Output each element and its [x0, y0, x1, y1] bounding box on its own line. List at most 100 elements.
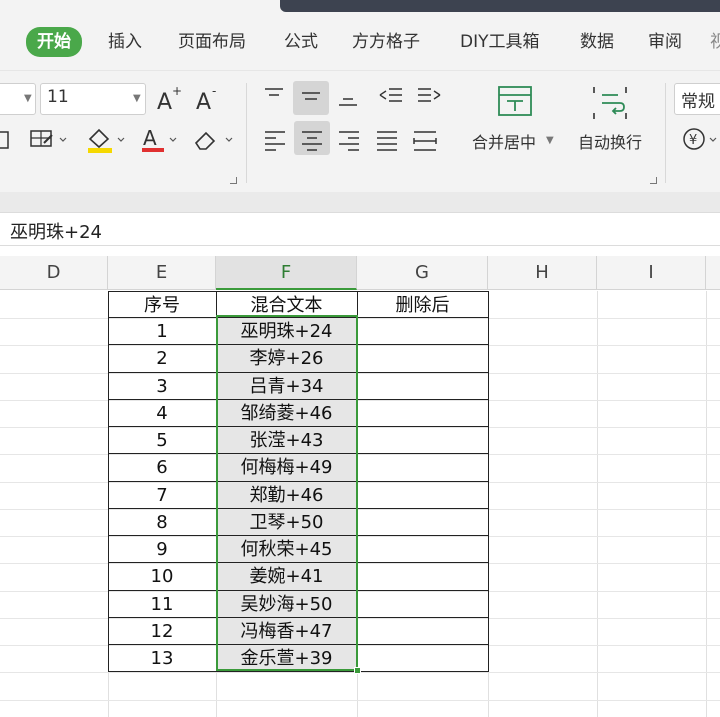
formula-bar[interactable]: 巫明珠+24 [0, 212, 720, 246]
row-index-cell[interactable]: 3 [109, 373, 215, 400]
result-cell[interactable] [358, 482, 487, 509]
result-cell[interactable] [358, 645, 487, 672]
column-header-h[interactable]: H [488, 256, 597, 290]
number-format-value: 常规 [681, 92, 715, 112]
currency-icon[interactable]: ¥ [680, 125, 720, 155]
fill-color-icon[interactable] [84, 125, 128, 155]
row-index-cell[interactable]: 1 [109, 318, 215, 345]
font-color-icon[interactable]: A [140, 125, 180, 155]
tab-page-layout[interactable]: 页面布局 [178, 28, 246, 56]
wrap-text-icon[interactable] [590, 83, 630, 123]
row-index-cell[interactable]: 4 [109, 400, 215, 427]
mixed-text-cell[interactable]: 张滢+43 [217, 427, 356, 454]
result-cell[interactable] [358, 373, 487, 400]
tab-diy-toolbox[interactable]: DIY工具箱 [460, 28, 540, 56]
chevron-down-icon[interactable]: ▼ [546, 135, 554, 146]
wrap-text-label[interactable]: 自动换行 [578, 129, 642, 153]
table-border [108, 644, 489, 645]
mixed-text-cell[interactable]: 吕青+34 [217, 373, 356, 400]
tab-review[interactable]: 审阅 [648, 28, 682, 56]
table-border [108, 399, 489, 400]
column-header-e[interactable]: E [108, 256, 216, 290]
indent-increase-icon[interactable] [415, 85, 443, 109]
row-index-cell[interactable]: 6 [109, 454, 215, 481]
decrease-font-icon[interactable]: A - [195, 85, 221, 113]
mixed-text-cell[interactable]: 金乐萱+39 [217, 645, 356, 672]
mixed-text-cell[interactable]: 巫明珠+24 [217, 318, 356, 345]
table-border [108, 617, 489, 618]
fill-color-swatch [88, 148, 112, 153]
merge-center-icon[interactable] [495, 83, 535, 123]
eraser-icon[interactable] [192, 125, 236, 155]
table-border [108, 590, 489, 591]
border-icon[interactable] [0, 129, 12, 151]
column-header-d[interactable]: D [0, 256, 108, 290]
cell-style-icon[interactable] [28, 127, 70, 153]
font-size-box[interactable]: 11 ▼ [40, 83, 146, 115]
tab-data[interactable]: 数据 [580, 28, 614, 56]
row-index-cell[interactable]: 11 [109, 591, 215, 618]
result-cell[interactable] [358, 318, 487, 345]
column-header-g[interactable]: G [357, 256, 488, 290]
align-middle-icon[interactable] [299, 85, 323, 109]
header-cell-after-delete[interactable]: 删除后 [358, 292, 487, 319]
mixed-text-cell[interactable]: 吴妙海+50 [217, 591, 356, 618]
align-center-icon[interactable] [299, 127, 325, 153]
justify-icon[interactable] [374, 127, 400, 153]
tab-insert[interactable]: 插入 [108, 28, 142, 56]
merge-center-label[interactable]: 合并居中 [472, 129, 536, 153]
result-cell[interactable] [358, 400, 487, 427]
result-cell[interactable] [358, 454, 487, 481]
align-right-icon[interactable] [336, 127, 362, 153]
result-cell[interactable] [358, 509, 487, 536]
result-cell[interactable] [358, 345, 487, 372]
formula-bar-content[interactable]: 巫明珠+24 [10, 218, 102, 244]
row-index-cell[interactable]: 12 [109, 618, 215, 645]
header-cell-index[interactable]: 序号 [109, 292, 215, 319]
row-index-cell[interactable]: 8 [109, 509, 215, 536]
row-index-cell[interactable]: 5 [109, 427, 215, 454]
mixed-text-cell[interactable]: 李婷+26 [217, 345, 356, 372]
tab-fangfang-gezi[interactable]: 方方格子 [352, 28, 420, 56]
align-left-icon[interactable] [262, 127, 288, 153]
number-format-box[interactable]: 常规 [674, 83, 720, 115]
mixed-text-cell[interactable]: 冯梅香+47 [217, 618, 356, 645]
align-bottom-icon[interactable] [336, 85, 360, 109]
result-cell[interactable] [358, 427, 487, 454]
row-index-cell[interactable]: 9 [109, 536, 215, 563]
result-cell[interactable] [358, 536, 487, 563]
alignment-group-launcher[interactable] [650, 177, 657, 184]
column-header-f[interactable]: F [216, 256, 357, 290]
row-index-cell[interactable]: 10 [109, 563, 215, 590]
distributed-icon[interactable] [411, 127, 439, 153]
indent-decrease-icon[interactable] [377, 85, 405, 109]
font-group-launcher[interactable] [230, 177, 237, 184]
column-headers: D E F G H I [0, 256, 720, 290]
header-spacer [0, 246, 720, 256]
mixed-text-cell[interactable]: 何梅梅+49 [217, 454, 356, 481]
tab-home[interactable]: 开始 [26, 27, 82, 57]
result-cell[interactable] [358, 591, 487, 618]
chevron-down-icon: ▼ [24, 93, 32, 104]
align-top-icon[interactable] [262, 85, 286, 109]
font-name-box[interactable]: ▼ [0, 83, 36, 115]
mixed-text-cell[interactable]: 姜婉+41 [217, 563, 356, 590]
increase-font-icon[interactable]: A + [156, 85, 182, 113]
row-index-cell[interactable]: 13 [109, 645, 215, 672]
row-index-cell[interactable]: 7 [109, 482, 215, 509]
result-cell[interactable] [358, 563, 487, 590]
mixed-text-cell[interactable]: 卫琴+50 [217, 509, 356, 536]
tab-formulas[interactable]: 公式 [284, 28, 318, 56]
mixed-text-cell[interactable]: 郑勤+46 [217, 482, 356, 509]
result-cell[interactable] [358, 618, 487, 645]
header-cell-mixed-text[interactable]: 混合文本 [217, 292, 356, 319]
tab-overflow[interactable]: 视 [710, 28, 720, 56]
column-header-i[interactable]: I [597, 256, 706, 290]
table-border [108, 372, 489, 373]
fill-handle[interactable] [354, 667, 361, 674]
row-index-cell[interactable]: 2 [109, 345, 215, 372]
svg-text:+: + [172, 85, 182, 98]
mixed-text-cell[interactable]: 邹绮菱+46 [217, 400, 356, 427]
mixed-text-cell[interactable]: 何秋荣+45 [217, 536, 356, 563]
grid-row-line [0, 700, 720, 701]
